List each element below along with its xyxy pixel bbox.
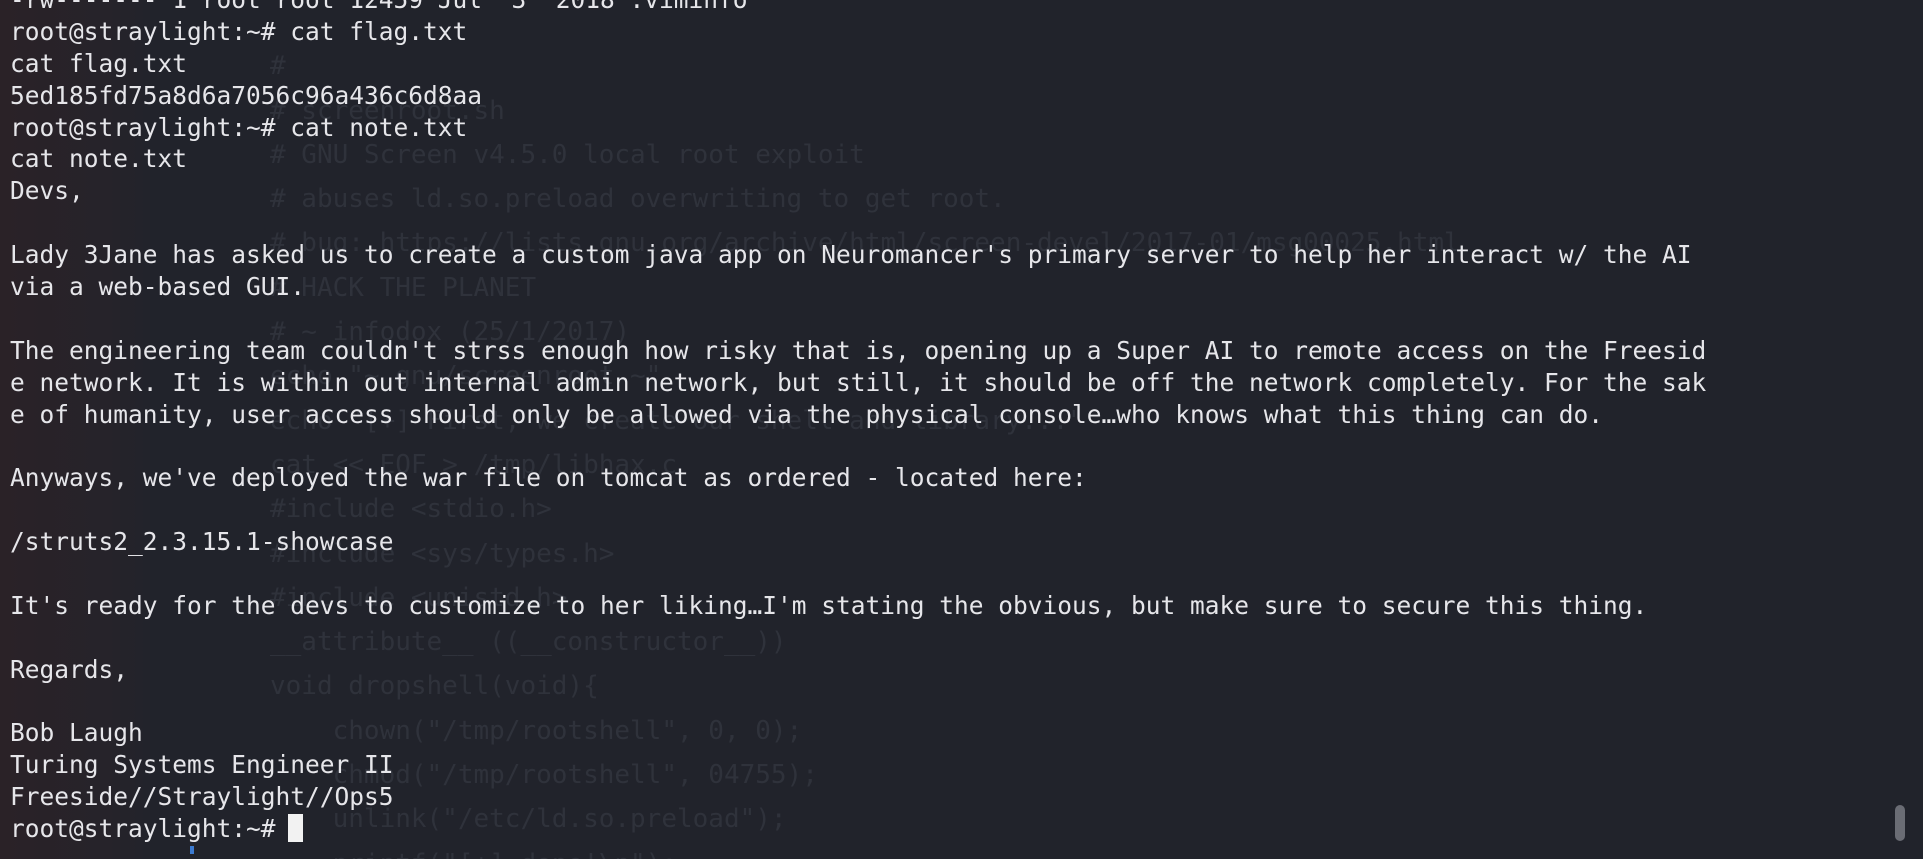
output-line: cat flag.txt [10, 48, 188, 78]
status-marker [190, 846, 194, 854]
flag-hash-line: 5ed185fd75a8d6a7056c96a436c6d8aa [10, 80, 483, 110]
output-line: root@straylight:~# cat flag.txt [10, 16, 468, 46]
output-line: via a web-based GUI. [10, 272, 306, 302]
output-line: -rw------- 1 root root 12459 Jul 3 2018 … [10, 0, 1706, 16]
output-line: e of humanity, user access should only b… [10, 399, 1604, 429]
output-line: Freeside//Straylight//Ops5 [10, 782, 394, 812]
output-line: e network. It is within out internal adm… [10, 367, 1707, 397]
terminal-window[interactable]: # # screenroot.sh # GNU Screen v4.5.0 loc… [0, 0, 1923, 859]
output-line: Lady 3Jane has asked us to create a cust… [10, 240, 1692, 270]
output-line: It's ready for the devs to customize to … [10, 590, 1648, 620]
output-line: The engineering team couldn't strss enou… [10, 335, 1707, 365]
output-line: cat note.txt [10, 144, 188, 174]
terminal-output: -rw------- 1 root root 12459 Jul 3 2018 … [10, 0, 1706, 845]
output-line: Devs, [10, 176, 84, 206]
output-line: Regards, [10, 654, 129, 684]
text-cursor [287, 814, 303, 843]
output-line: /struts2_2.3.15.1-showcase [10, 527, 394, 557]
output-line: Bob Laugh [10, 718, 143, 748]
output-line: Turing Systems Engineer II [10, 750, 394, 780]
prompt-line[interactable]: root@straylight:~# [10, 813, 1706, 845]
output-line: root@straylight:~# cat note.txt [10, 112, 468, 142]
output-line: Anyways, we've deployed the war file on … [10, 463, 1087, 493]
shell-prompt: root@straylight:~# [10, 814, 276, 844]
scrollbar-thumb[interactable] [1895, 805, 1905, 841]
